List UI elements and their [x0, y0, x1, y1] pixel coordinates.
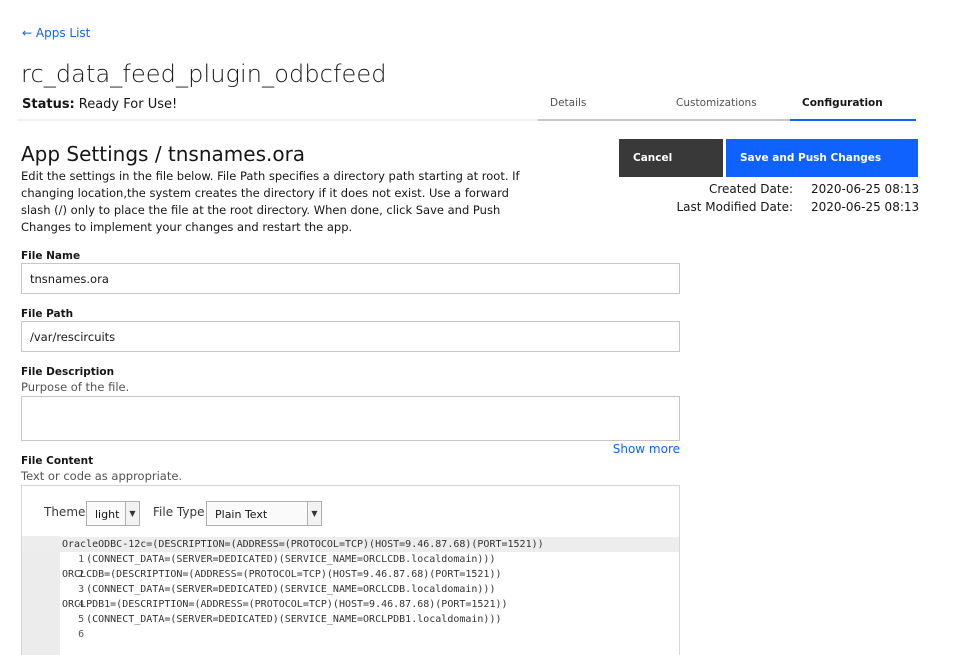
tab-details[interactable]: Details	[538, 94, 664, 121]
created-date-value: 2020-06-25 08:13	[811, 182, 920, 196]
status-line: Status: Ready For Use!	[22, 97, 177, 112]
line-content: OracleODBC-12c=(DESCRIPTION=(ADDRESS=(PR…	[62, 539, 544, 550]
line-content: (CONNECT_DATA=(SERVER=DEDICATED)(SERVICE…	[62, 614, 502, 625]
created-date-label: Created Date:	[708, 182, 793, 196]
code-line: 5 ORCLPDB1=(DESCRIPTION=(ADDRESS=(PROTOCO…	[22, 597, 679, 625]
tab-bar: Details Customizations Configuration	[538, 94, 916, 121]
status-label: Status:	[22, 97, 75, 112]
file-path-label: File Path	[21, 308, 74, 320]
file-description-help: Purpose of the file.	[21, 380, 130, 394]
theme-select-value: light	[95, 508, 120, 521]
file-name-label: File Name	[21, 250, 81, 262]
code-line: 6 (CONNECT_DATA=(SERVER=DEDICATED)(SERVI…	[22, 612, 679, 640]
file-description-label: File Description	[21, 366, 115, 378]
header-divider	[17, 119, 538, 121]
theme-label: Theme	[44, 505, 86, 519]
code-line: 2 (CONNECT_DATA=(SERVER=DEDICATED)(SERVI…	[22, 552, 679, 580]
tab-configuration[interactable]: Configuration	[790, 94, 916, 121]
back-to-apps-list-link[interactable]: ← Apps List	[22, 26, 90, 40]
file-name-input[interactable]	[21, 263, 680, 294]
file-description-textarea[interactable]	[21, 396, 680, 441]
file-type-select[interactable]: Plain Text ▼	[206, 501, 322, 526]
file-path-input[interactable]	[21, 321, 680, 352]
dropdown-arrow-icon: ▼	[125, 502, 139, 525]
code-line: 4 (CONNECT_DATA=(SERVER=DEDICATED)(SERVI…	[22, 582, 679, 610]
line-content: (CONNECT_DATA=(SERVER=DEDICATED)(SERVICE…	[62, 584, 496, 595]
settings-description: Edit the settings in the file below. Fil…	[21, 169, 520, 234]
code-text-area[interactable]: 1 OracleODBC-12c=(DESCRIPTION=(ADDRESS=(P…	[22, 537, 679, 640]
line-content: ORCLPDB1=(DESCRIPTION=(ADDRESS=(PROTOCOL…	[62, 599, 508, 610]
status-value: Ready For Use!	[78, 97, 178, 112]
file-content-label: File Content	[21, 455, 94, 467]
modified-date-label: Last Modified Date:	[676, 200, 793, 214]
file-type-select-value: Plain Text	[215, 508, 268, 521]
settings-title: App Settings / tnsnames.ora	[21, 142, 306, 166]
code-editor: Theme light ▼ File Type Plain Text ▼ 1 Or…	[21, 485, 680, 655]
cancel-button[interactable]: Cancel	[619, 139, 723, 177]
app-title: rc_data_feed_plugin_odbcfeed	[21, 60, 387, 88]
theme-select[interactable]: light ▼	[86, 501, 140, 526]
dropdown-arrow-icon: ▼	[307, 502, 321, 525]
modified-date-value: 2020-06-25 08:13	[811, 200, 920, 214]
line-number: 6	[78, 629, 85, 640]
code-line: 1 OracleODBC-12c=(DESCRIPTION=(ADDRESS=(P…	[22, 537, 679, 565]
file-content-help: Text or code as appropriate.	[21, 469, 183, 483]
save-and-push-button[interactable]: Save and Push Changes	[726, 139, 918, 177]
show-more-link[interactable]: Show more	[613, 442, 680, 456]
file-type-label: File Type	[153, 505, 205, 519]
tab-customizations[interactable]: Customizations	[664, 94, 790, 121]
line-content: ORCLCDB=(DESCRIPTION=(ADDRESS=(PROTOCOL=…	[62, 569, 502, 580]
line-content: (CONNECT_DATA=(SERVER=DEDICATED)(SERVICE…	[62, 554, 496, 565]
code-line: 3 ORCLCDB=(DESCRIPTION=(ADDRESS=(PROTOCOL…	[22, 567, 679, 595]
